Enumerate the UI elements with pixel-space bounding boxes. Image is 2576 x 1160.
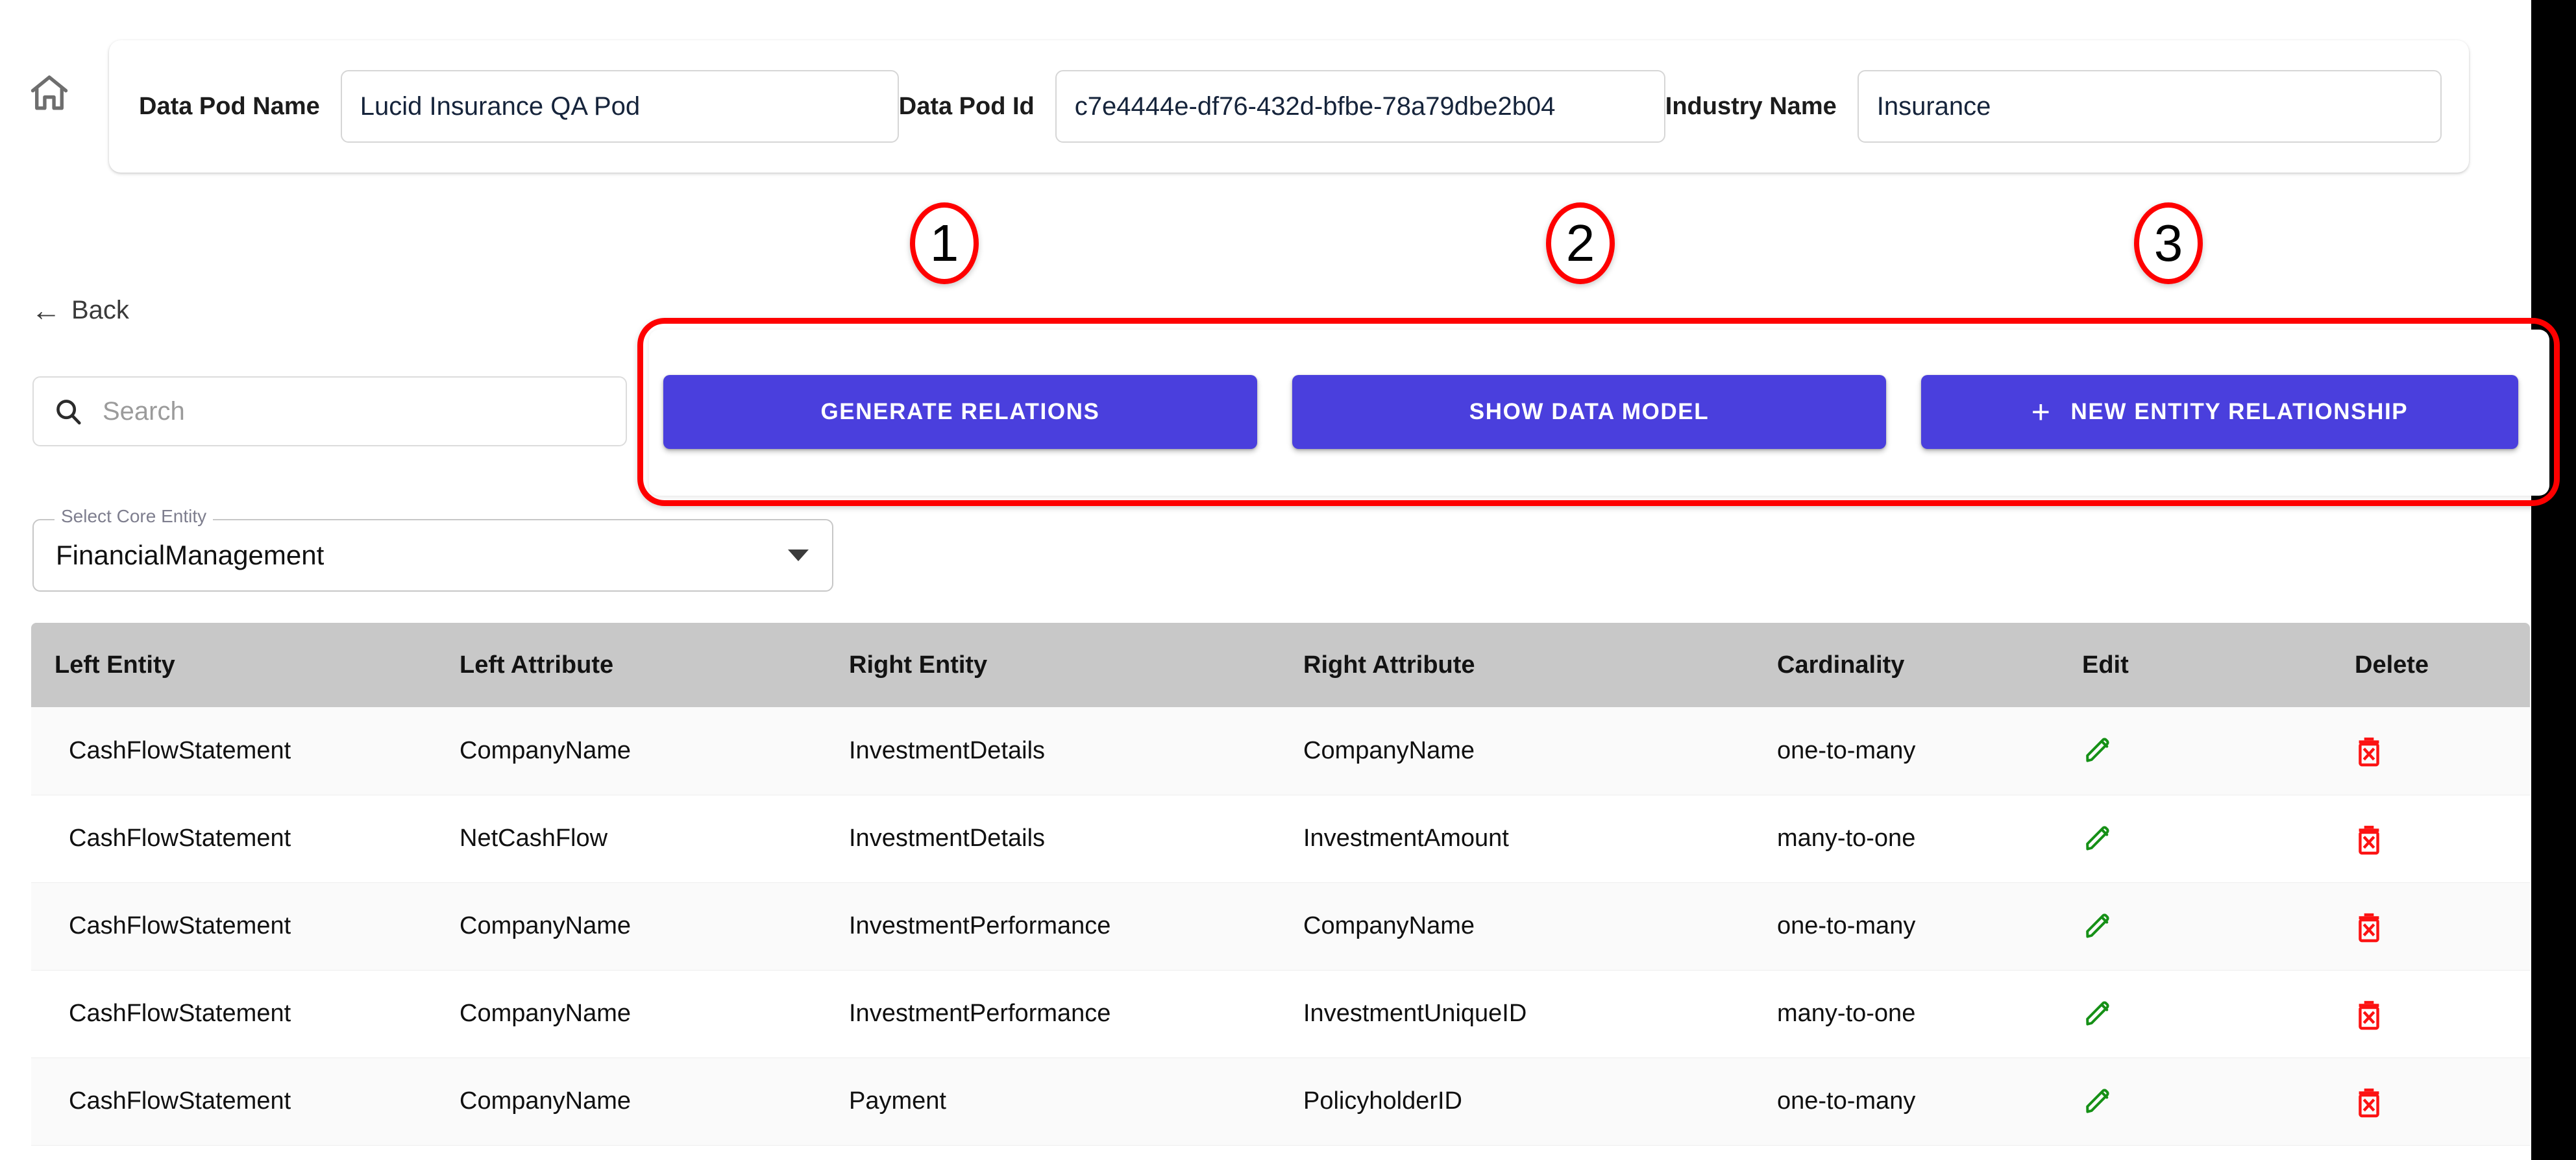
table-row: CashFlowStatement CompanyName InvestmentPe… [31, 970, 2530, 1058]
relation-right-attribute: CompanyName [1303, 707, 1777, 795]
relation-left-entity: CashFlowStatement [31, 882, 460, 971]
col-header-edit: Edit [2082, 623, 2355, 707]
delete-relation-button[interactable] [2355, 970, 2530, 1058]
relation-left-attribute: CompanyName [460, 882, 849, 971]
select-core-entity-dropdown[interactable]: FinancialManagement [32, 519, 833, 592]
relation-right-entity: InvestmentPerformance [849, 970, 1303, 1058]
relation-left-entity: CashFlowStatement [31, 707, 460, 795]
trash-x-icon[interactable] [2355, 997, 2530, 1031]
edit-relation-button[interactable] [2082, 707, 2355, 795]
col-header-delete: Delete [2355, 623, 2530, 707]
data-pod-name-input[interactable]: Lucid Insurance QA Pod [340, 70, 899, 143]
pencil-icon[interactable] [2082, 735, 2355, 766]
relation-right-entity: InvestmentDetails [849, 795, 1303, 883]
select-core-entity-label: Select Core Entity [55, 506, 214, 527]
data-pod-id-group: Data Pod Id c7e4444e-df76-432d-bfbe-78a7… [899, 70, 1665, 143]
relation-cardinality: one-to-many [1777, 1057, 2082, 1146]
table-body: CashFlowStatement CompanyName InvestmentDe… [31, 707, 2530, 1146]
edit-relation-button[interactable] [2082, 1057, 2355, 1146]
relation-right-attribute: CompanyName [1303, 882, 1777, 971]
relation-left-attribute: CompanyName [460, 1057, 849, 1146]
relation-cardinality: one-to-many [1777, 882, 2082, 971]
table-row: CashFlowStatement NetCashFlow InvestmentDe… [31, 795, 2530, 883]
relation-left-entity: CashFlowStatement [31, 1057, 460, 1146]
data-pod-id-input[interactable]: c7e4444e-df76-432d-bfbe-78a79dbe2b04 [1055, 70, 1665, 143]
chevron-down-icon[interactable] [788, 550, 809, 561]
pod-header-bar: Data Pod Name Lucid Insurance QA Pod Dat… [0, 0, 2531, 182]
entity-relationship-table: Left Entity Left Attribute Right Entity … [31, 623, 2530, 1146]
relation-left-attribute: NetCashFlow [460, 795, 849, 883]
relation-left-entity: CashFlowStatement [31, 795, 460, 883]
edit-relation-button[interactable] [2082, 970, 2355, 1058]
edit-relation-button[interactable] [2082, 882, 2355, 971]
search-icon [53, 396, 83, 426]
back-label: Back [71, 295, 129, 324]
industry-name-input[interactable]: Insurance [1857, 70, 2442, 143]
show-data-model-button[interactable]: SHOW DATA MODEL [1292, 375, 1886, 449]
table-row: CashFlowStatement CompanyName InvestmentDe… [31, 707, 2530, 795]
delete-relation-button[interactable] [2355, 1057, 2530, 1146]
relation-cardinality: one-to-many [1777, 707, 2082, 795]
annotation-marker-1: 1 [910, 202, 979, 284]
industry-name-group: Industry Name Insurance [1665, 70, 2442, 143]
trash-x-icon[interactable] [2355, 734, 2530, 767]
pencil-icon[interactable] [2082, 1086, 2355, 1117]
plus-icon: + [2031, 394, 2052, 430]
relation-left-attribute: CompanyName [460, 707, 849, 795]
search-placeholder: Search [103, 396, 185, 426]
pencil-icon[interactable] [2082, 823, 2355, 854]
col-header-left-attribute: Left Attribute [460, 623, 849, 707]
relation-right-attribute: PolicyholderID [1303, 1057, 1777, 1146]
relation-right-entity: InvestmentDetails [849, 707, 1303, 795]
pod-info-card: Data Pod Name Lucid Insurance QA Pod Dat… [109, 40, 2469, 173]
table-header-row: Left Entity Left Attribute Right Entity … [31, 623, 2530, 707]
relation-cardinality: many-to-one [1777, 795, 2082, 883]
col-header-cardinality: Cardinality [1777, 623, 2082, 707]
relation-cardinality: many-to-one [1777, 970, 2082, 1058]
trash-x-icon[interactable] [2355, 1085, 2530, 1118]
trash-x-icon[interactable] [2355, 822, 2530, 856]
edit-relation-button[interactable] [2082, 795, 2355, 883]
delete-relation-button[interactable] [2355, 882, 2530, 971]
delete-relation-button[interactable] [2355, 707, 2530, 795]
annotation-marker-3: 3 [2134, 202, 2203, 284]
col-header-right-entity: Right Entity [849, 623, 1303, 707]
generate-relations-button[interactable]: GENERATE RELATIONS [663, 375, 1257, 449]
table-row: CashFlowStatement CompanyName InvestmentPe… [31, 882, 2530, 971]
app-page: Data Pod Name Lucid Insurance QA Pod Dat… [0, 0, 2560, 1160]
pencil-icon[interactable] [2082, 998, 2355, 1030]
home-icon[interactable] [27, 71, 71, 115]
action-toolbar: GENERATE RELATIONS SHOW DATA MODEL + NEW… [663, 375, 2539, 449]
new-entity-relationship-button[interactable]: + NEW ENTITY RELATIONSHIP [1921, 375, 2518, 449]
table-header: Left Entity Left Attribute Right Entity … [31, 623, 2530, 707]
select-core-entity: Select Core Entity FinancialManagement [32, 506, 833, 592]
arrow-left-icon: ← [31, 293, 61, 327]
table-row: CashFlowStatement CompanyName Payment Polic… [31, 1057, 2530, 1146]
pencil-icon[interactable] [2082, 911, 2355, 942]
relation-right-entity: Payment [849, 1057, 1303, 1146]
trash-x-icon[interactable] [2355, 910, 2530, 943]
relation-left-attribute: CompanyName [460, 970, 849, 1058]
data-pod-name-label: Data Pod Name [139, 92, 320, 120]
data-pod-id-label: Data Pod Id [898, 92, 1035, 120]
relation-right-attribute: InvestmentUniqueID [1303, 970, 1777, 1058]
data-pod-name-group: Data Pod Name Lucid Insurance QA Pod [139, 70, 899, 143]
relation-left-entity: CashFlowStatement [31, 970, 460, 1058]
back-link[interactable]: ← Back [31, 295, 129, 325]
delete-relation-button[interactable] [2355, 795, 2530, 883]
search-input[interactable]: Search [32, 376, 627, 446]
relation-right-entity: InvestmentPerformance [849, 882, 1303, 971]
annotation-marker-2: 2 [1546, 202, 1615, 284]
relation-right-attribute: InvestmentAmount [1303, 795, 1777, 883]
industry-name-label: Industry Name [1665, 92, 1837, 120]
right-black-gutter [2531, 0, 2576, 1160]
col-header-right-attribute: Right Attribute [1303, 623, 1777, 707]
new-entity-relationship-label: NEW ENTITY RELATIONSHIP [2070, 399, 2409, 424]
col-header-left-entity: Left Entity [31, 623, 460, 707]
